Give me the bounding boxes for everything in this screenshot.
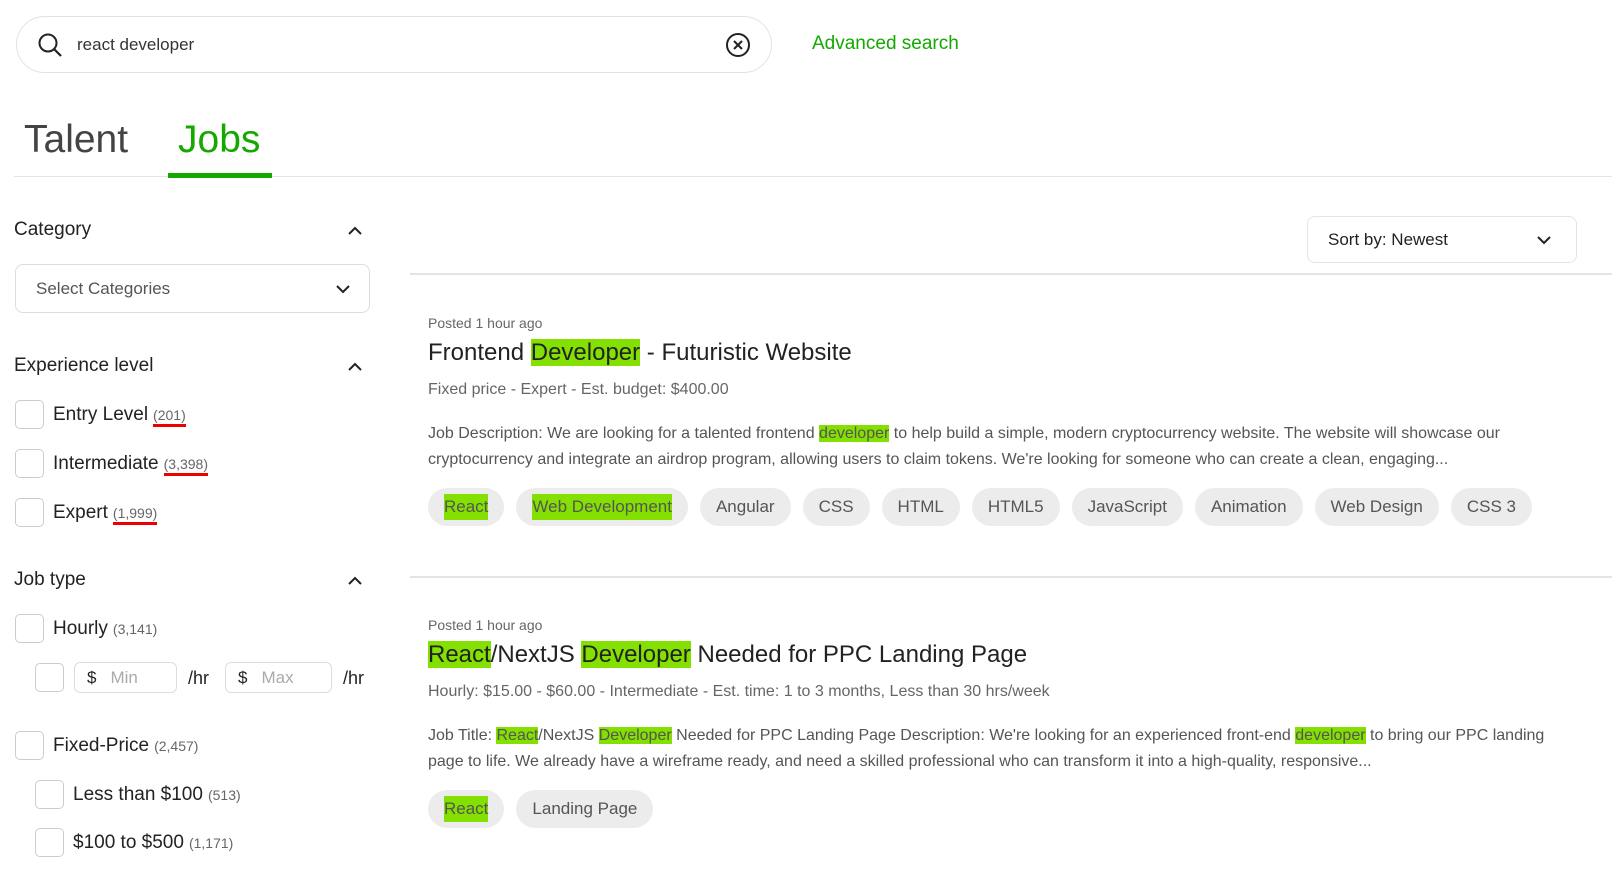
skill-tag[interactable]: Web Design (1314, 488, 1439, 526)
hourly-max-input[interactable]: $ Max (225, 662, 332, 693)
category-select-placeholder: Select Categories (36, 278, 171, 298)
chevron-down-icon (336, 284, 350, 293)
skill-tag[interactable]: CSS 3 (1450, 488, 1532, 526)
less-than-100-option: Less than $100 (513) (73, 784, 241, 805)
text-segment: /NextJS (538, 727, 599, 744)
highlighted-keyword: developer (1295, 727, 1366, 744)
100-to-500-option: $100 to $500 (1,171) (73, 832, 234, 853)
active-tab-indicator (168, 173, 272, 178)
job-title[interactable]: Frontend Developer - Futuristic Website (428, 339, 1558, 367)
skill-tag[interactable]: CSS (802, 488, 870, 526)
hourly-range-checkbox[interactable] (35, 663, 64, 692)
skill-tag[interactable]: Animation (1194, 488, 1303, 526)
skill-tag-label: HTML5 (987, 497, 1044, 516)
skill-tag-label: Web Development (532, 494, 672, 520)
chevron-up-icon[interactable] (347, 223, 363, 239)
tab-jobs[interactable]: Jobs (178, 118, 260, 162)
experience-heading: Experience level (14, 355, 154, 376)
text-segment: Frontend (428, 339, 531, 366)
intermediate-option: Intermediate (3,398) (53, 453, 208, 476)
advanced-search-link[interactable]: Advanced search (812, 33, 959, 55)
highlighted-keyword: Developer (530, 339, 641, 366)
skill-tag[interactable]: Web Development (516, 488, 688, 526)
skill-tag-label: Web Design (1330, 497, 1423, 516)
job-card[interactable]: Posted 1 hour ago React/NextJS Developer… (428, 617, 1558, 828)
hourly-checkbox[interactable] (15, 614, 44, 643)
sort-label: Sort by: Newest (1328, 229, 1448, 249)
entry-level-checkbox[interactable] (15, 400, 44, 429)
text-segment: - Futuristic Website (640, 339, 852, 366)
highlighted-keyword: React (496, 727, 539, 744)
chevron-up-icon[interactable] (347, 359, 363, 375)
job-meta: Hourly: $15.00 - $60.00 - Intermediate -… (428, 683, 1050, 700)
skill-tag[interactable]: Landing Page (516, 790, 654, 828)
skill-tag-label: Animation (1210, 497, 1287, 516)
divider (410, 576, 1612, 578)
skill-tags: React Landing Page (428, 790, 1558, 828)
hourly-option: Hourly (3,141) (53, 618, 158, 639)
skill-tag-label: React (444, 494, 489, 520)
fixed-price-option: Fixed-Price (2,457) (53, 735, 199, 756)
skill-tag-label: Landing Page (532, 799, 638, 818)
highlighted-keyword: Developer (598, 727, 672, 744)
job-type-heading: Job type (14, 569, 86, 590)
category-heading: Category (14, 219, 92, 240)
skill-tag-label: HTML (897, 497, 944, 516)
text-segment: Needed for PPC Landing Page (690, 641, 1028, 668)
less-than-100-checkbox[interactable] (35, 780, 64, 809)
skill-tag[interactable]: HTML (881, 488, 960, 526)
skill-tag[interactable]: Angular (699, 488, 791, 526)
text-segment: Needed for PPC Landing Page Description:… (671, 727, 1296, 744)
posted-time: Posted 1 hour ago (428, 617, 543, 633)
search-input[interactable] (77, 34, 725, 55)
job-title[interactable]: React/NextJS Developer Needed for PPC La… (428, 641, 1558, 669)
text-segment: /NextJS (490, 641, 582, 668)
skill-tag[interactable]: JavaScript (1071, 488, 1183, 526)
skill-tag-label: Angular (715, 497, 775, 516)
intermediate-checkbox[interactable] (15, 449, 44, 478)
divider (410, 273, 1612, 275)
sort-dropdown[interactable]: Sort by: Newest (1307, 216, 1577, 263)
job-card[interactable]: Posted 1 hour ago Frontend Developer - F… (428, 315, 1558, 526)
entry-level-option: Entry Level (201) (53, 404, 186, 427)
skill-tag[interactable]: React (428, 790, 505, 828)
skill-tag-label: JavaScript (1087, 497, 1167, 516)
job-description: Job Title: React/NextJS Developer Needed… (428, 723, 1558, 775)
chevron-down-icon (1537, 235, 1551, 244)
posted-time: Posted 1 hour ago (428, 315, 543, 331)
text-segment: Job Title: (428, 727, 497, 744)
tab-talent[interactable]: Talent (24, 118, 128, 162)
fixed-price-checkbox[interactable] (15, 731, 44, 760)
highlighted-keyword: React (428, 641, 491, 668)
expert-option: Expert (1,999) (53, 502, 158, 525)
skill-tag-label: CSS (818, 497, 854, 516)
hourly-min-input[interactable]: $ Min (74, 662, 177, 693)
text-segment: Job Description: We are looking for a ta… (428, 425, 820, 442)
chevron-up-icon[interactable] (347, 573, 363, 589)
highlighted-keyword: Developer (581, 641, 691, 668)
expert-checkbox[interactable] (15, 498, 44, 527)
skill-tag[interactable]: React (428, 488, 505, 526)
skill-tag-label: React (444, 796, 489, 822)
search-icon (38, 33, 62, 57)
job-description: Job Description: We are looking for a ta… (428, 421, 1558, 473)
search-bar[interactable] (16, 16, 772, 73)
skill-tag-label: CSS 3 (1466, 497, 1516, 516)
job-meta: Fixed price - Expert - Est. budget: $400… (428, 381, 729, 398)
min-unit-label: /hr (188, 668, 210, 688)
skill-tag[interactable]: HTML5 (971, 488, 1060, 526)
category-select[interactable]: Select Categories (15, 264, 370, 313)
skill-tags: React Web Development Angular CSS HTML HTML5 J… (428, 488, 1558, 526)
highlighted-keyword: developer (819, 425, 890, 442)
100-to-500-checkbox[interactable] (35, 828, 64, 857)
clear-search-icon[interactable] (725, 32, 751, 58)
max-unit-label: /hr (343, 668, 365, 688)
